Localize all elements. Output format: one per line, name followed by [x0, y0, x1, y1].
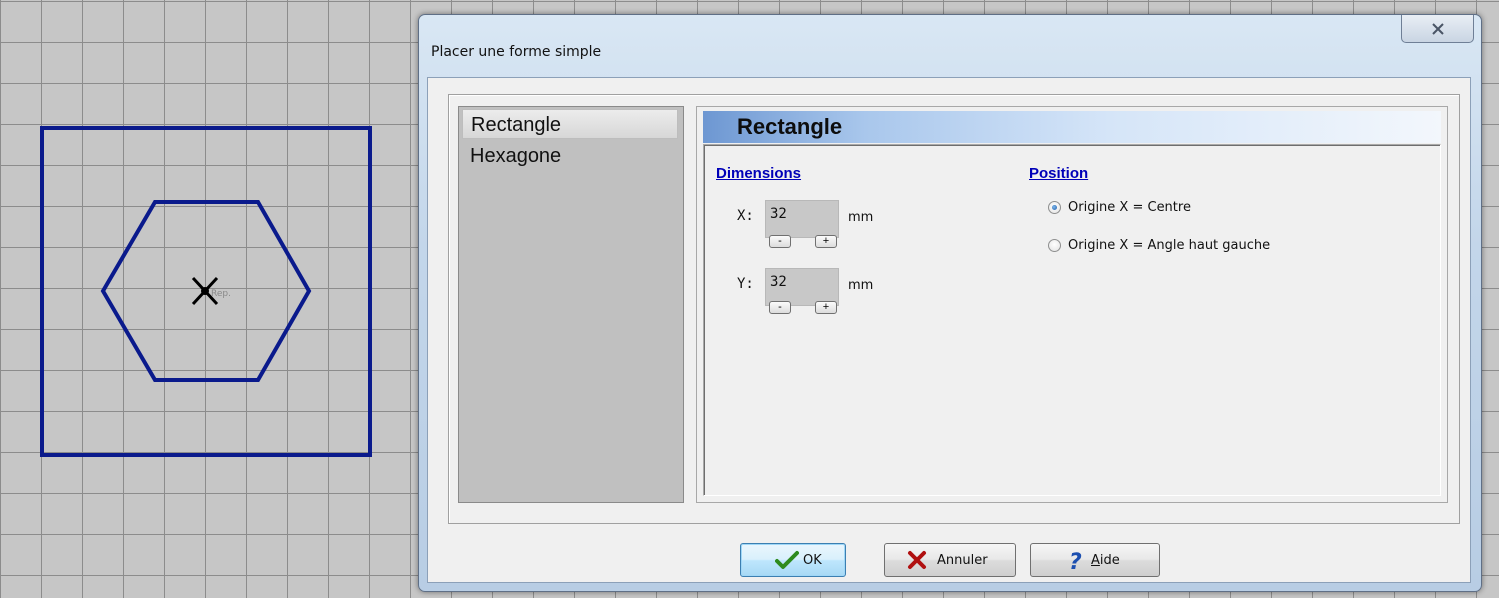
- y-label: Y:: [737, 276, 754, 292]
- position-heading: Position: [1029, 165, 1089, 182]
- panel-header: Rectangle: [703, 111, 1441, 143]
- close-button[interactable]: [1401, 15, 1474, 43]
- radio-origin-top-left-label: Origine X = Angle haut gauche: [1068, 238, 1271, 253]
- radio-origin-centre-label: Origine X = Centre: [1068, 200, 1191, 215]
- shape-item-hexagone[interactable]: Hexagone: [462, 141, 678, 171]
- checkmark-icon: [775, 551, 799, 569]
- decrement-label: -: [778, 235, 782, 247]
- panel-title: Rectangle: [737, 114, 843, 139]
- panel-content: Dimensions X: 32 mm - + Y: 32 mm - + Pos…: [703, 144, 1441, 496]
- dialog-client-area: Rectangle Hexagone Rectangle Dimensions …: [427, 77, 1471, 583]
- close-x-icon: [1432, 23, 1444, 35]
- ok-button[interactable]: OK: [740, 543, 846, 577]
- increment-label: +: [822, 235, 830, 247]
- shape-item-label: Hexagone: [470, 145, 562, 167]
- x-dimension-value: 32: [770, 206, 787, 222]
- shape-list[interactable]: Rectangle Hexagone: [458, 106, 684, 503]
- radio-button-checked[interactable]: [1048, 201, 1061, 214]
- drawing-canvas[interactable]: Rep. Placer une forme simple Rectangle H…: [0, 0, 1499, 598]
- cancel-button-label: Annuler: [937, 553, 988, 568]
- dialog-titlebar[interactable]: Placer une forme simple: [419, 15, 1481, 73]
- cancel-button[interactable]: Annuler: [884, 543, 1016, 577]
- x-label: X:: [737, 208, 754, 224]
- increment-label: +: [822, 301, 830, 313]
- radio-button-unchecked[interactable]: [1048, 239, 1061, 252]
- ok-button-label: OK: [803, 553, 822, 568]
- y-decrement-button[interactable]: -: [769, 301, 791, 314]
- shape-item-label: Rectangle: [471, 114, 562, 136]
- help-button-label: Aide: [1091, 553, 1120, 568]
- place-shape-dialog: Placer une forme simple Rectangle Hexago…: [418, 14, 1482, 592]
- question-mark-icon: ?: [1069, 550, 1082, 572]
- origin-marker-label: Rep.: [211, 289, 231, 299]
- y-increment-button[interactable]: +: [815, 301, 837, 314]
- x-increment-button[interactable]: +: [815, 235, 837, 248]
- y-dimension-value: 32: [770, 274, 787, 290]
- help-button[interactable]: ? Aide: [1030, 543, 1160, 577]
- dialog-title: Placer une forme simple: [431, 44, 602, 60]
- x-unit-label: mm: [848, 210, 874, 225]
- decrement-label: -: [778, 301, 782, 313]
- svg-text:?: ?: [1069, 550, 1082, 572]
- dimensions-heading: Dimensions: [716, 165, 802, 182]
- y-unit-label: mm: [848, 278, 874, 293]
- shape-settings-panel: Rectangle Dimensions X: 32 mm - + Y: 32 …: [696, 106, 1448, 503]
- shape-item-rectangle[interactable]: Rectangle: [462, 109, 678, 139]
- x-decrement-button[interactable]: -: [769, 235, 791, 248]
- cancel-x-icon: [908, 551, 926, 569]
- x-dimension-field[interactable]: 32: [765, 200, 839, 238]
